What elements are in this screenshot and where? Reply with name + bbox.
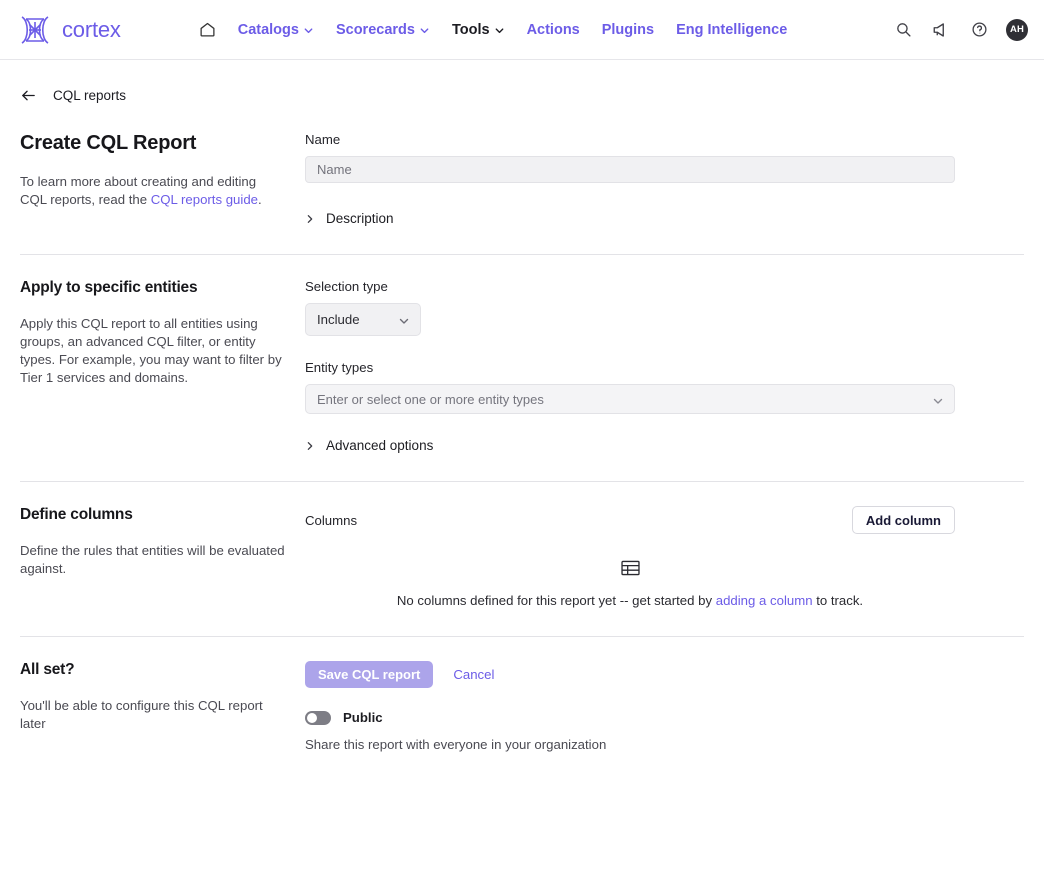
nav-label-scorecards: Scorecards: [335, 21, 415, 38]
entities-title: Apply to specific entities: [20, 279, 198, 296]
breadcrumb: CQL reports: [0, 60, 1044, 108]
form-actions: Save CQL report Cancel: [305, 661, 1024, 688]
advanced-options-label: Advanced options: [326, 438, 434, 453]
nav-item-catalogs[interactable]: Catalogs: [238, 22, 314, 38]
chevron-down-icon: [303, 25, 314, 36]
columns-description: Define the rules that entities will be e…: [20, 543, 285, 576]
section-columns-form: Columns Add column No columns defined fo…: [305, 506, 1024, 608]
brand-logo-link[interactable]: cortex: [18, 15, 121, 45]
public-toggle-help: Share this report with everyone in your …: [305, 737, 607, 752]
columns-empty-state: No columns defined for this report yet -…: [305, 560, 955, 608]
nav-label-catalogs: Catalogs: [237, 21, 299, 38]
nav-item-eng-intelligence[interactable]: Eng Intelligence: [676, 22, 787, 38]
cql-reports-guide-link[interactable]: CQL reports guide: [151, 192, 258, 207]
chevron-right-icon: [305, 212, 315, 225]
allset-title: All set?: [20, 661, 75, 678]
chevron-down-icon: [398, 315, 409, 326]
section-allset-info: All set? You'll be able to configure thi…: [20, 661, 305, 733]
columns-title: Define columns: [20, 506, 133, 523]
cancel-button[interactable]: Cancel: [453, 667, 494, 682]
name-input[interactable]: Name: [305, 156, 955, 183]
selection-type-value: Include: [317, 312, 360, 327]
section-entities-info: Apply to specific entities Apply this CQ…: [20, 279, 305, 387]
description-disclosure[interactable]: Description: [305, 211, 1024, 226]
section-apply-to-specific-entities: Apply to specific entities Apply this CQ…: [20, 254, 1024, 481]
table-icon: [620, 560, 640, 581]
entity-types-combobox[interactable]: Enter or select one or more entity types: [305, 384, 955, 414]
name-label: Name: [305, 132, 341, 147]
primary-nav-links: Catalogs Scorecards Tools Actions Plugin…: [199, 21, 787, 38]
avatar[interactable]: AH: [1006, 18, 1028, 41]
entities-description: Apply this CQL report to all entities us…: [20, 316, 282, 385]
section-allset-form: Save CQL report Cancel Public Share this…: [305, 661, 1024, 752]
save-cql-report-button[interactable]: Save CQL report: [305, 661, 434, 688]
section-basics-form: Name Name Description: [305, 132, 1024, 226]
section-columns-info: Define columns Define the rules that ent…: [20, 506, 305, 578]
search-icon[interactable]: [892, 19, 914, 41]
adding-a-column-link[interactable]: adding a column: [716, 593, 813, 608]
nav-item-tools[interactable]: Tools: [452, 22, 505, 38]
page-title: Create CQL Report: [20, 132, 197, 154]
toggle-knob: [307, 712, 317, 723]
chevron-down-icon: [419, 25, 430, 36]
selection-type-label: Selection type: [305, 279, 388, 294]
nav-label-tools: Tools: [451, 21, 490, 38]
advanced-options-disclosure[interactable]: Advanced options: [305, 438, 1024, 453]
section-define-columns: Define columns Define the rules that ent…: [20, 481, 1024, 636]
page-content: Create CQL Report To learn more about cr…: [0, 108, 1044, 780]
add-column-button[interactable]: Add column: [851, 506, 955, 534]
top-navigation-bar: cortex Catalogs Scorecards Tools Actions…: [0, 0, 1044, 60]
announcement-icon[interactable]: [930, 19, 952, 41]
entity-types-placeholder: Enter or select one or more entity types: [317, 391, 544, 407]
nav-home-icon[interactable]: [199, 21, 216, 38]
nav-label-actions: Actions: [526, 21, 580, 38]
cortex-logo-icon: [18, 15, 52, 45]
columns-label: Columns: [305, 512, 358, 528]
nav-label-eng-intelligence: Eng Intelligence: [676, 21, 788, 38]
empty-text-prefix: No columns defined for this report yet -…: [396, 593, 716, 608]
nav-right-actions: AH: [892, 18, 1028, 41]
chevron-right-icon: [305, 439, 315, 452]
breadcrumb-link-cql-reports[interactable]: CQL reports: [53, 88, 126, 103]
public-toggle-label: Public: [343, 710, 383, 725]
columns-empty-text: No columns defined for this report yet -…: [397, 593, 863, 608]
section-all-set: All set? You'll be able to configure thi…: [20, 636, 1024, 780]
section-basics-info: Create CQL Report To learn more about cr…: [20, 132, 305, 209]
nav-label-plugins: Plugins: [601, 21, 655, 38]
basics-description: To learn more about creating and editing…: [20, 173, 285, 209]
brand-name: cortex: [62, 16, 121, 42]
chevron-down-icon: [494, 25, 505, 36]
public-toggle[interactable]: [305, 710, 331, 725]
allset-description: You'll be able to configure this CQL rep…: [20, 698, 263, 731]
nav-item-actions[interactable]: Actions: [527, 22, 580, 38]
selection-type-select[interactable]: Include: [305, 303, 421, 336]
nav-item-plugins[interactable]: Plugins: [602, 22, 654, 38]
basics-description-suffix: .: [257, 192, 262, 207]
description-disclosure-label: Description: [326, 211, 394, 226]
nav-item-scorecards[interactable]: Scorecards: [336, 22, 430, 38]
help-icon[interactable]: [968, 19, 990, 41]
arrow-left-icon[interactable]: [20, 87, 37, 104]
chevron-down-icon: [932, 395, 943, 406]
public-toggle-row: Public: [305, 710, 1024, 725]
section-entities-form: Selection type Include Entity types Ente…: [305, 279, 1024, 453]
entity-types-label: Entity types: [305, 360, 374, 375]
section-create-cql-report: Create CQL Report To learn more about cr…: [20, 108, 1024, 254]
columns-header-row: Columns Add column: [305, 506, 955, 534]
empty-text-suffix: to track.: [812, 593, 864, 608]
